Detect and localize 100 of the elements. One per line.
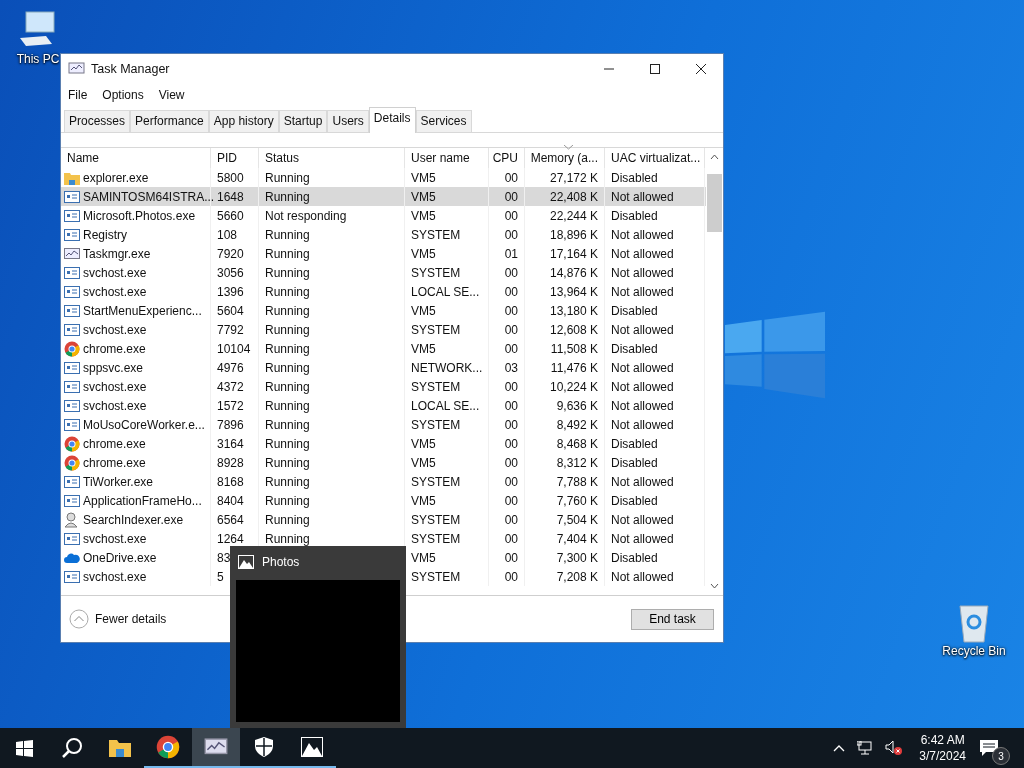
table-row[interactable]: chrome.exe 10104 Running VM5 00 11,508 K Disabled	[61, 339, 706, 358]
table-cell: VM5	[405, 301, 489, 320]
table-cell: VM5	[405, 206, 489, 225]
process-name: MoUsoCoreWorker.e...	[83, 417, 205, 432]
chrome-icon	[156, 735, 180, 759]
collapse-icon	[69, 609, 89, 629]
chrome-icon	[64, 454, 80, 471]
table-cell: 1572	[211, 396, 259, 415]
table-row[interactable]: Registry 108 Running SYSTEM 00 18,896 K Not allowed	[61, 225, 706, 244]
table-row[interactable]: svchost.exe 3056 Running SYSTEM 00 14,876 K Not allowed	[61, 263, 706, 282]
scroll-thumb[interactable]	[707, 174, 722, 232]
table-cell: Not allowed	[605, 320, 705, 339]
table-row[interactable]: Microsoft.Photos.exe 5660 Not responding VM5 00 22,244 K Disabled	[61, 206, 706, 225]
table-row[interactable]: ApplicationFrameHo... 8404 Running VM5 00 7,760 K Disabled	[61, 491, 706, 510]
table-cell: 3164	[211, 434, 259, 453]
process-name: Registry	[83, 227, 127, 242]
table-cell: 00	[489, 206, 525, 225]
table-cell: Running	[265, 379, 310, 394]
tab[interactable]: Details	[368, 107, 416, 133]
table-row[interactable]: SearchIndexer.exe 6564 Running SYSTEM 00 7,504 K Not allowed	[61, 510, 706, 529]
preview-popup[interactable]: Photos	[230, 546, 406, 728]
table-row[interactable]: chrome.exe 8928 Running VM5 00 8,312 K Disabled	[61, 453, 706, 472]
menu-item[interactable]: View	[158, 88, 185, 102]
muted-speaker-icon[interactable]	[885, 740, 904, 756]
window-app-icon	[64, 322, 80, 337]
clock-time[interactable]: 6:42 AM	[920, 732, 965, 748]
table-row[interactable]: svchost.exe 1572 Running LOCAL SE... 00 9,636 K Not allowed	[61, 396, 706, 415]
process-name: Microsoft.Photos.exe	[83, 208, 196, 223]
maximize-icon[interactable]	[649, 63, 661, 75]
process-name: TiWorker.exe	[83, 474, 154, 489]
table-cell: NETWORK...	[405, 358, 489, 377]
scroll-up-icon[interactable]	[710, 154, 719, 160]
table-cell: 11,476 K	[525, 358, 605, 377]
table-cell: 00	[489, 187, 525, 206]
tab[interactable]: Startup	[278, 110, 328, 132]
chevron-up-icon[interactable]	[833, 744, 846, 752]
table-cell: Disabled	[605, 339, 705, 358]
column-header[interactable]: Memory (a...	[525, 148, 605, 168]
column-header[interactable]: Name	[61, 148, 211, 168]
desktop-icon-label[interactable]: This PC	[16, 52, 60, 66]
table-cell: Running	[265, 341, 310, 356]
table-cell: 00	[489, 339, 525, 358]
table-cell: 00	[489, 434, 525, 453]
tab[interactable]: App history	[208, 110, 279, 132]
table-row[interactable]: Taskmgr.exe 7920 Running VM5 01 17,164 K Not allowed	[61, 244, 706, 263]
windows-logo-icon	[15, 739, 33, 757]
table-cell: Not allowed	[605, 415, 705, 434]
table-cell: VM5	[405, 491, 489, 510]
column-header[interactable]: PID	[211, 148, 259, 168]
table-row[interactable]: sppsvc.exe 4976 Running NETWORK... 03 11,476 K Not allowed	[61, 358, 706, 377]
table-cell: VM5	[405, 244, 489, 263]
clock-date[interactable]: 3/7/2024	[919, 748, 966, 764]
table-cell: Disabled	[605, 206, 705, 225]
table-row[interactable]: MoUsoCoreWorker.e... 7896 Running SYSTEM 00 8,492 K Not allowed	[61, 415, 706, 434]
table-cell: 7,760 K	[525, 491, 605, 510]
table-cell: Disabled	[605, 453, 705, 472]
table-cell: 00	[489, 529, 525, 548]
window-app-icon	[64, 493, 80, 508]
scroll-down-icon[interactable]	[710, 583, 719, 589]
menu-item[interactable]: File	[68, 88, 88, 102]
column-header[interactable]: Status	[259, 148, 405, 168]
menu-item[interactable]: Options	[102, 88, 144, 102]
tab[interactable]: Processes	[64, 110, 131, 132]
column-header[interactable]: CPU	[489, 148, 525, 168]
end-task-button[interactable]: End task	[631, 608, 714, 630]
table-cell: Not allowed	[605, 529, 705, 548]
table-cell: Disabled	[605, 548, 705, 567]
window-app-icon	[64, 284, 80, 299]
table-cell: 4976	[211, 358, 259, 377]
process-name: explorer.exe	[83, 170, 149, 185]
table-row[interactable]: svchost.exe 4372 Running SYSTEM 00 10,224 K Not allowed	[61, 377, 706, 396]
table-row[interactable]: SAMINTOSM64ISTRA... 1648 Running VM5 00 22,408 K Not allowed	[61, 187, 706, 206]
table-cell: Not allowed	[605, 510, 705, 529]
table-cell: LOCAL SE...	[405, 396, 489, 415]
tab[interactable]: Services	[415, 110, 472, 132]
process-name: svchost.exe	[83, 284, 147, 299]
fewer-details-link[interactable]: Fewer details	[69, 609, 167, 629]
table-row[interactable]: chrome.exe 3164 Running VM5 00 8,468 K Disabled	[61, 434, 706, 453]
desktop-icon-label[interactable]: Recycle Bin	[942, 644, 1006, 658]
process-name: Taskmgr.exe	[83, 246, 151, 261]
table-row[interactable]: svchost.exe 7792 Running SYSTEM 00 12,608 K Not allowed	[61, 320, 706, 339]
table-cell: Not allowed	[605, 377, 705, 396]
table-cell: 4372	[211, 377, 259, 396]
close-icon[interactable]	[695, 63, 707, 75]
column-header[interactable]: UAC virtualizat...	[605, 148, 705, 168]
table-cell: 8168	[211, 472, 259, 491]
table-row[interactable]: svchost.exe 1396 Running LOCAL SE... 00 13,964 K Not allowed	[61, 282, 706, 301]
taskbar-button[interactable]	[192, 728, 240, 768]
window-app-icon	[64, 474, 80, 489]
search-icon	[61, 737, 83, 759]
table-cell: Running	[265, 189, 310, 204]
tab[interactable]: Performance	[130, 110, 209, 132]
person-icon	[64, 511, 80, 528]
column-header[interactable]: User name	[405, 148, 489, 168]
network-icon[interactable]	[857, 741, 874, 755]
table-row[interactable]: TiWorker.exe 8168 Running SYSTEM 00 7,788 K Not allowed	[61, 472, 706, 491]
table-row[interactable]: StartMenuExperienc... 5604 Running VM5 00 13,180 K Disabled	[61, 301, 706, 320]
window-app-icon	[64, 569, 80, 584]
tab[interactable]: Users	[327, 110, 369, 132]
table-cell: 22,408 K	[525, 187, 605, 206]
